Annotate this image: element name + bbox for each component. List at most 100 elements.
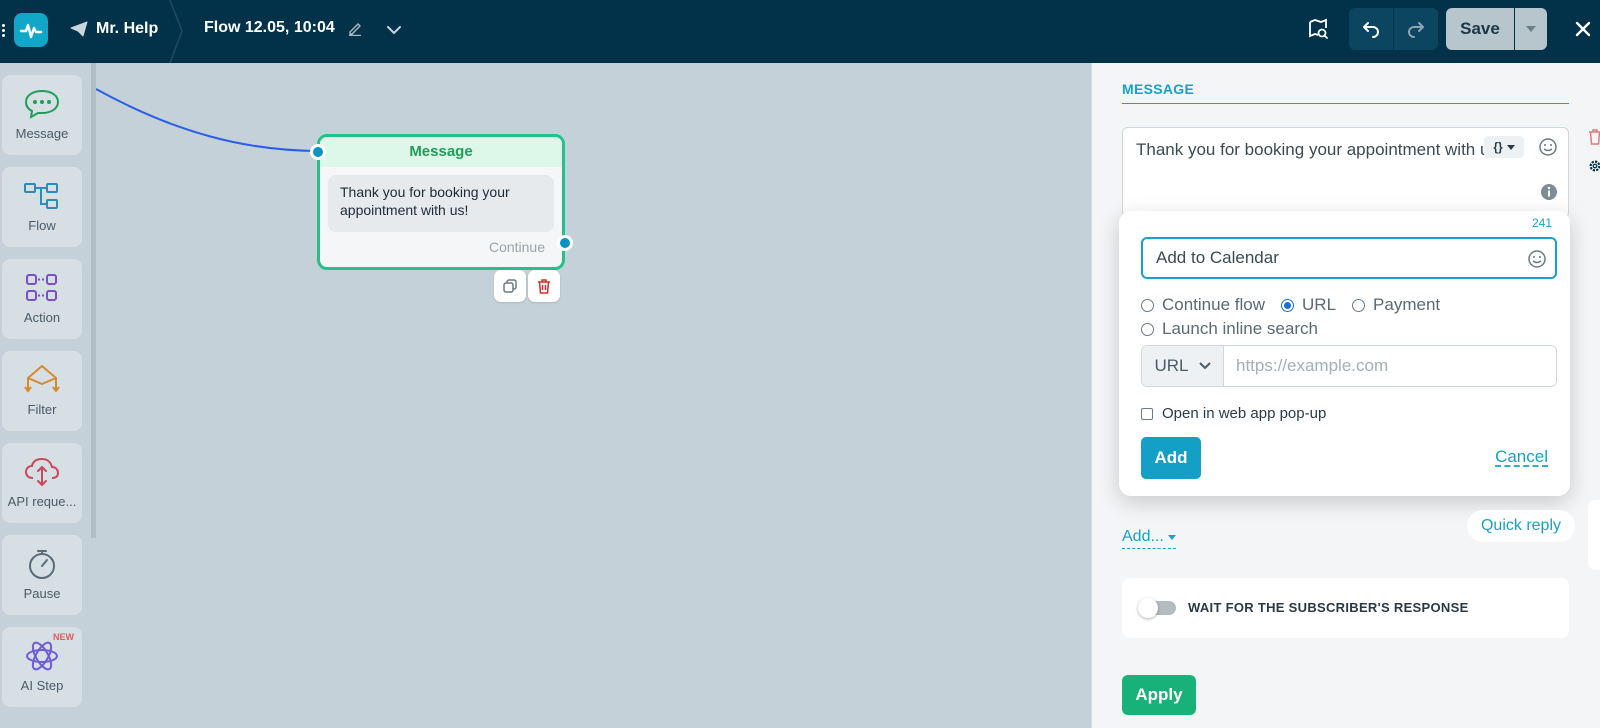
save-options-button[interactable] [1515, 8, 1547, 50]
node-message-text: Thank you for booking your appointment w… [328, 175, 554, 232]
url-type-value: URL [1154, 356, 1189, 375]
tool-filter[interactable]: Filter [2, 351, 82, 431]
tool-label: AI Step [20, 678, 64, 693]
radio-continue-flow[interactable]: Continue flow [1141, 295, 1265, 315]
info-icon[interactable] [1540, 183, 1558, 201]
web-app-popup-option[interactable]: Open in web app pop-up [1141, 405, 1326, 422]
emoji-icon[interactable] [1527, 249, 1547, 269]
tool-label: API reque... [7, 494, 77, 509]
close-button[interactable] [1566, 8, 1600, 50]
radio-url[interactable]: URL [1281, 295, 1336, 315]
radio-label: Launch inline search [1162, 319, 1318, 338]
flow-canvas[interactable] [96, 63, 1091, 728]
bot-selector[interactable]: Mr. Help [70, 20, 158, 38]
insert-variable-button[interactable]: {} [1484, 136, 1524, 158]
wait-response-label: WAIT FOR THE SUBSCRIBER'S RESPONSE [1188, 600, 1469, 615]
add-menu-label: Add... [1122, 528, 1164, 545]
wait-response-toggle[interactable] [1138, 598, 1176, 618]
url-input[interactable] [1224, 346, 1556, 386]
radio-launch-inline-search[interactable]: Launch inline search [1141, 319, 1318, 339]
character-counter: 241 [1532, 216, 1553, 230]
quick-reply-button[interactable]: Quick reply [1467, 510, 1575, 542]
url-input-group: URL [1141, 345, 1557, 387]
breadcrumb-separator-icon [169, 0, 183, 63]
edit-pencil-icon[interactable] [347, 20, 363, 36]
delete-message-icon[interactable] [1588, 128, 1600, 146]
radio-circle[interactable] [1352, 298, 1366, 312]
panel-title-divider [1122, 103, 1569, 104]
button-editor-popup: Add to Calendar Continue flow URL Paymen… [1119, 211, 1570, 496]
app-logo-icon[interactable] [14, 13, 48, 47]
wait-response-option: WAIT FOR THE SUBSCRIBER'S RESPONSE [1122, 578, 1569, 638]
flow-title-text: Flow 12.05, 10:04 [204, 19, 335, 36]
node-output-port[interactable] [557, 235, 573, 251]
undo-button[interactable] [1349, 8, 1393, 50]
radio-circle[interactable] [1141, 322, 1154, 336]
button-action-options: Continue flow URL Payment Launch inline … [1141, 293, 1456, 341]
tool-label: Flow [28, 218, 56, 233]
undo-icon [1363, 22, 1379, 38]
emoji-icon[interactable] [1538, 137, 1558, 157]
telegram-icon [70, 21, 88, 37]
url-type-select[interactable]: URL [1142, 346, 1224, 386]
tool-flow[interactable]: Flow [2, 167, 82, 247]
radio-label: Continue flow [1162, 295, 1266, 314]
save-button[interactable]: Save [1446, 8, 1514, 50]
message-node[interactable]: Message Thank you for booking your appoi… [310, 134, 573, 270]
tool-api-request[interactable]: API reque... [2, 443, 82, 523]
tool-label: Message [15, 126, 69, 141]
map-search-icon [1309, 18, 1328, 39]
node-title: Message [320, 137, 562, 167]
bot-name: Mr. Help [96, 20, 159, 37]
duplicate-node-button[interactable] [494, 270, 526, 302]
message-text-editor[interactable]: Thank you for booking your appointment w… [1122, 127, 1569, 219]
connection-line [96, 88, 322, 152]
ai-atom-icon [26, 641, 58, 671]
tool-label: Pause [23, 586, 61, 601]
redo-icon [1408, 22, 1424, 38]
tool-ai-step[interactable]: NEW AI Step [2, 627, 82, 707]
radio-label: URL [1302, 295, 1337, 314]
button-text-value: Add to Calendar [1156, 248, 1279, 267]
add-menu-dropdown[interactable]: Add... [1122, 528, 1176, 549]
tool-message[interactable]: Message [2, 75, 82, 155]
new-badge: NEW [53, 632, 74, 642]
map-search-button[interactable] [1300, 8, 1336, 50]
stopwatch-icon [29, 550, 55, 579]
delete-node-button[interactable] [528, 270, 560, 302]
caret-down-icon [1506, 144, 1515, 150]
message-text: Thank you for booking your appointment w… [1136, 140, 1503, 159]
web-app-popup-checkbox[interactable] [1141, 407, 1153, 420]
trash-icon [538, 279, 550, 294]
tool-label: Action [23, 310, 61, 325]
flow-icon [24, 183, 58, 209]
radio-payment[interactable]: Payment [1352, 295, 1440, 315]
message-bubble-icon [24, 89, 60, 119]
checkbox-label: Open in web app pop-up [1162, 405, 1327, 422]
radio-circle-selected[interactable] [1281, 298, 1295, 312]
radio-circle[interactable] [1141, 298, 1154, 312]
api-cloud-icon [24, 457, 60, 487]
action-icon [26, 274, 57, 301]
menu-dots-icon[interactable] [2, 22, 8, 42]
variable-braces-icon: {} [1493, 140, 1503, 154]
redo-button[interactable] [1394, 8, 1438, 50]
chevron-down-icon [1198, 362, 1211, 370]
close-icon [1575, 21, 1591, 37]
gear-icon[interactable] [1588, 158, 1600, 174]
tool-action[interactable]: Action [2, 259, 82, 339]
tool-label: Filter [27, 402, 57, 417]
top-bar: Mr. Help Flow 12.05, 10:04 Save [0, 0, 1600, 63]
caret-down-icon [1526, 26, 1536, 32]
node-input-port[interactable] [310, 144, 326, 160]
side-panel-tab[interactable] [1588, 500, 1600, 570]
cancel-button[interactable]: Cancel [1495, 447, 1548, 467]
add-button[interactable]: Add [1141, 437, 1201, 479]
caret-down-icon [1167, 534, 1176, 540]
node-continue-label: Continue [488, 239, 545, 255]
button-text-input[interactable]: Add to Calendar [1141, 237, 1557, 279]
apply-button[interactable]: Apply [1122, 675, 1196, 715]
chevron-down-icon[interactable] [384, 20, 404, 40]
tool-pause[interactable]: Pause [2, 535, 82, 615]
flow-title[interactable]: Flow 12.05, 10:04 [204, 19, 363, 37]
